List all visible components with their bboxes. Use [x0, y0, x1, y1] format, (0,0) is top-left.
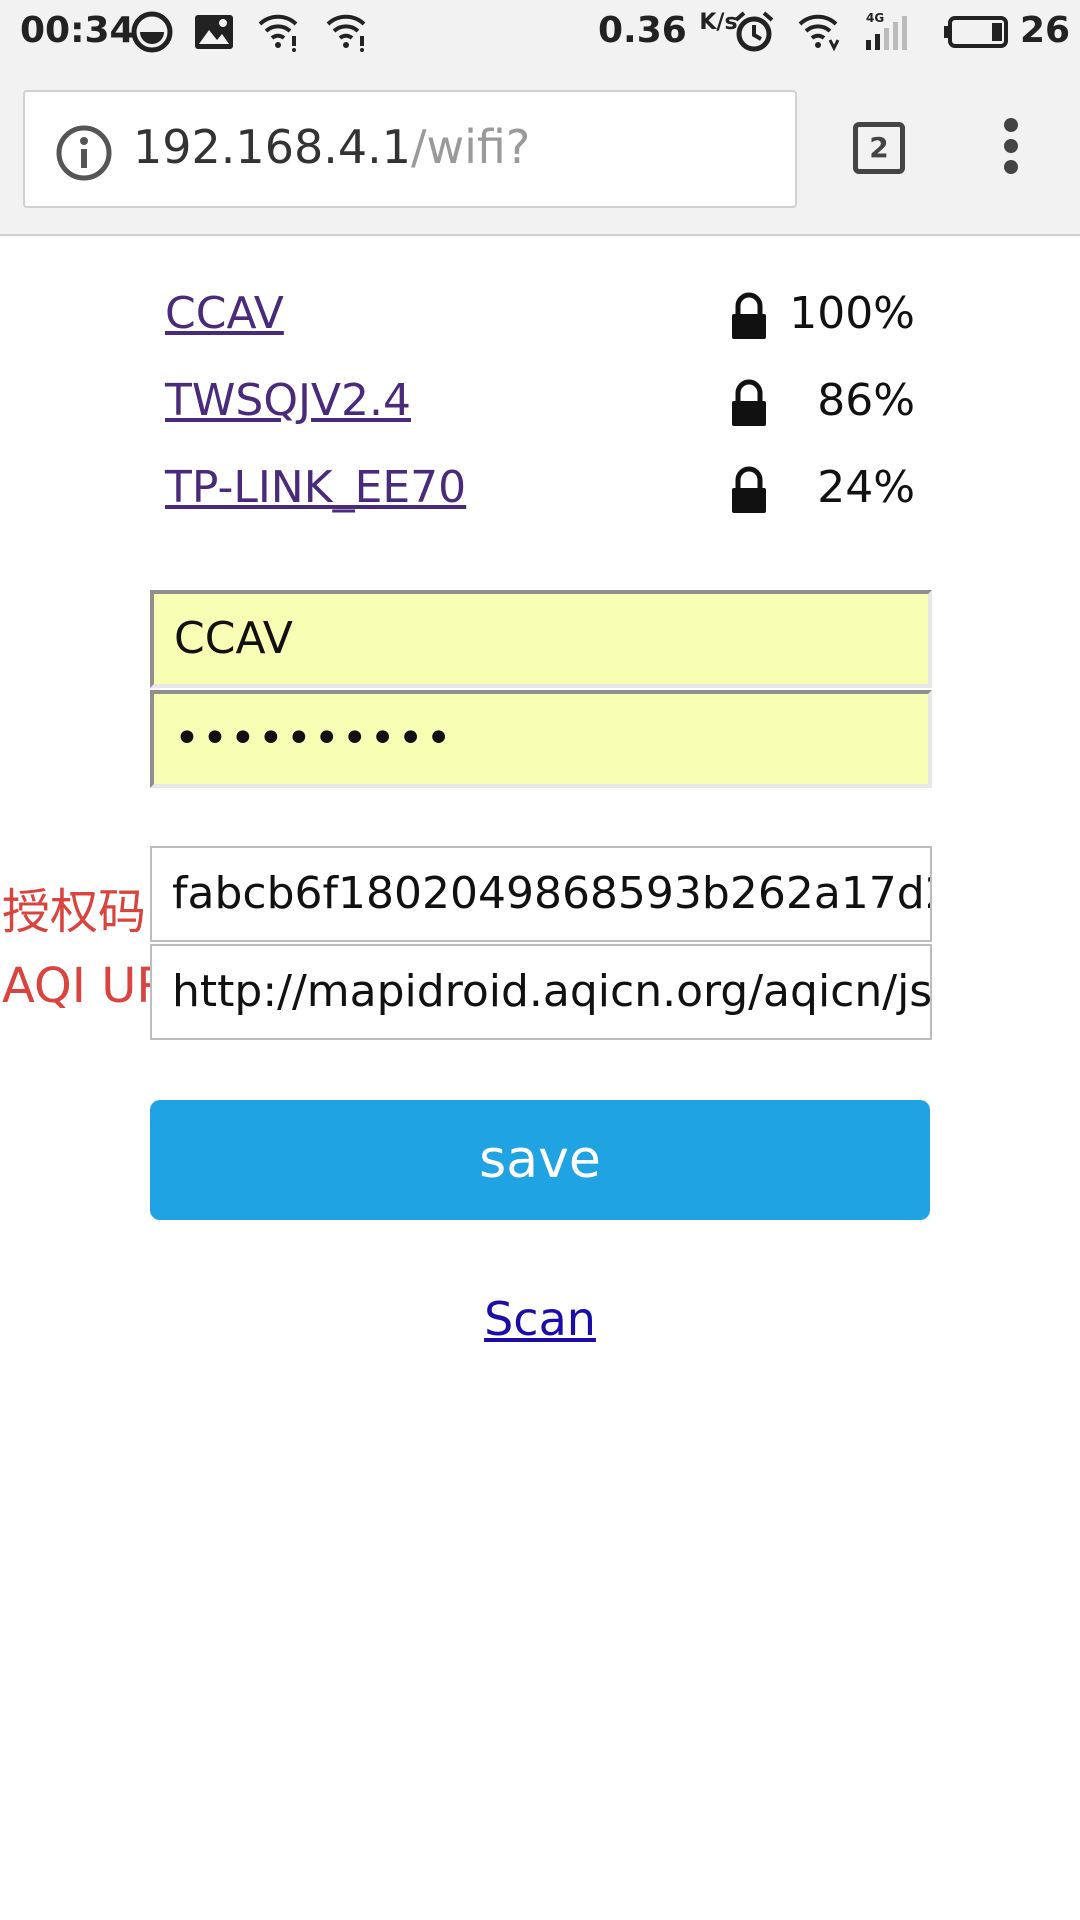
battery-percent: 26	[1020, 10, 1071, 51]
image-icon	[195, 15, 233, 49]
signal-icon: 4G	[866, 11, 907, 50]
lock-icon	[732, 292, 766, 339]
overflow-menu-icon[interactable]	[996, 118, 1026, 180]
wifi-icon	[258, 14, 298, 52]
url-text[interactable]: 192.168.4.1/wifi?	[133, 120, 530, 174]
list-item: TWSQJV2.4 86%	[165, 375, 915, 435]
wifi-ssid-link[interactable]: TWSQJV2.4	[165, 375, 411, 426]
wifi-signal: 100%	[789, 288, 915, 339]
alarm-icon	[734, 11, 774, 52]
smiley-icon	[131, 11, 173, 53]
list-item: TP-LINK_EE70 24%	[165, 462, 915, 522]
password-input[interactable]: ••••••••••	[150, 690, 932, 788]
auth-code-label: 授权码	[2, 884, 147, 940]
scan-link-row: Scan	[0, 1292, 1080, 1346]
scan-link[interactable]: Scan	[484, 1292, 596, 1346]
auth-code-input[interactable]: fabcb6f1802049868593b262a17d2	[150, 846, 932, 942]
wifi-signal: 86%	[817, 375, 915, 426]
info-icon[interactable]	[55, 124, 113, 182]
svg-text:4G: 4G	[866, 11, 884, 25]
status-time: 00:34	[20, 10, 135, 51]
wifi-icon	[326, 14, 366, 52]
aqi-url-input[interactable]: http://mapidroid.aqicn.org/aqicn/js	[150, 944, 932, 1040]
tab-switcher-button[interactable]: 2	[853, 122, 905, 174]
url-host: 192.168.4.1	[133, 120, 411, 174]
status-bar: 00:34 0.36 K/s 4G 26	[0, 0, 1080, 64]
list-item: CCAV 100%	[165, 288, 915, 348]
url-path: /wifi?	[411, 120, 531, 174]
browser-toolbar: 192.168.4.1/wifi? 2	[0, 64, 1080, 236]
network-speed: 0.36 K/s	[598, 10, 738, 51]
wifi-signal: 24%	[817, 462, 915, 513]
wifi-icon	[798, 14, 840, 52]
lock-icon	[732, 379, 766, 426]
battery-icon	[944, 16, 1008, 48]
lock-icon	[732, 466, 766, 513]
wifi-ssid-link[interactable]: CCAV	[165, 288, 284, 339]
address-bar[interactable]: 192.168.4.1/wifi?	[23, 90, 797, 208]
save-button[interactable]: save	[150, 1100, 930, 1220]
wifi-ssid-link[interactable]: TP-LINK_EE70	[165, 462, 466, 513]
ssid-input[interactable]: CCAV	[150, 590, 932, 688]
